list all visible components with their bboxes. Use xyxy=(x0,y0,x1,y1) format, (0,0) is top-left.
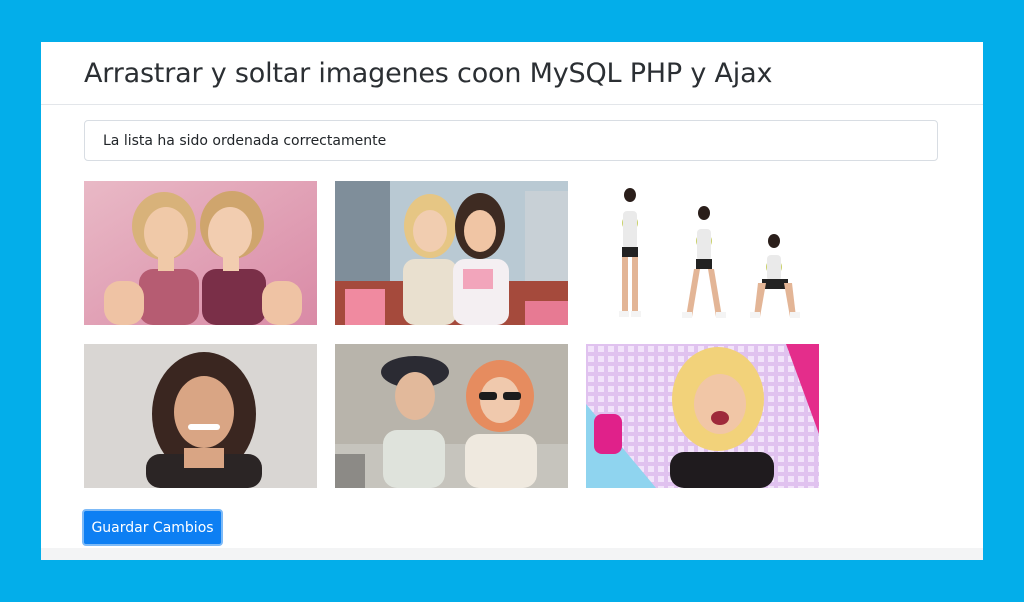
sortable-image-gallery xyxy=(84,181,824,491)
alert-message: La lista ha sido ordenada correctamente xyxy=(103,132,387,149)
gallery-image-1[interactable] xyxy=(84,181,317,325)
gallery-image-4[interactable] xyxy=(84,344,317,488)
gallery-image-3[interactable] xyxy=(586,181,819,325)
save-changes-button[interactable]: Guardar Cambios xyxy=(82,509,223,546)
gallery-image-5[interactable] xyxy=(335,344,568,488)
card-footer xyxy=(41,548,983,560)
status-alert: La lista ha sido ordenada correctamente xyxy=(84,120,938,161)
page-title: Arrastrar y soltar imagenes coon MySQL P… xyxy=(84,58,773,89)
header-divider xyxy=(41,104,983,105)
main-card: Arrastrar y soltar imagenes coon MySQL P… xyxy=(41,42,983,560)
gallery-image-2[interactable] xyxy=(335,181,568,325)
gallery-image-6[interactable] xyxy=(586,344,819,488)
